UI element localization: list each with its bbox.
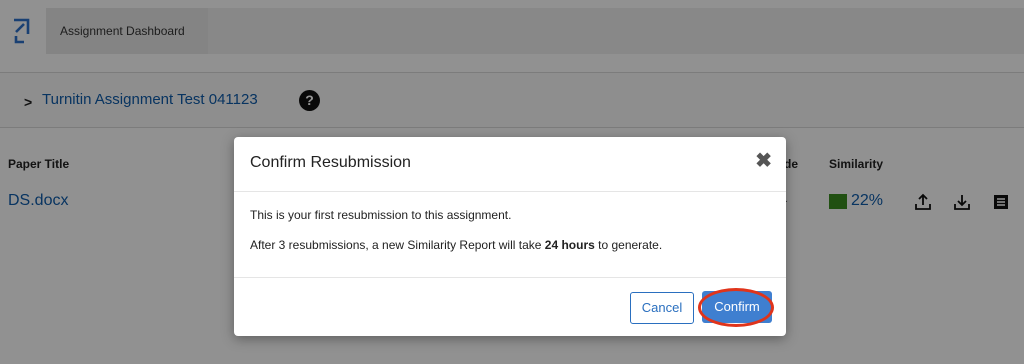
dialog-message-report-delay: After 3 resubmissions, a new Similarity … xyxy=(250,238,662,252)
close-icon[interactable]: ✖ xyxy=(755,150,772,172)
cancel-button[interactable]: Cancel xyxy=(630,292,694,324)
dialog-header: Confirm Resubmission ✖ xyxy=(234,137,786,192)
dialog-message-first-resubmission: This is your first resubmission to this … xyxy=(250,208,512,222)
report-delay-suffix: to generate. xyxy=(594,238,663,252)
dialog-body: This is your first resubmission to this … xyxy=(250,208,662,268)
confirm-button[interactable]: Confirm xyxy=(702,291,772,323)
dialog-footer: Cancel Confirm xyxy=(234,277,786,337)
confirm-resubmission-dialog: Confirm Resubmission ✖ This is your firs… xyxy=(234,137,786,336)
report-delay-prefix: After 3 resubmissions, a new Similarity … xyxy=(250,238,545,252)
dialog-title: Confirm Resubmission xyxy=(250,154,411,171)
report-delay-duration: 24 hours xyxy=(544,238,595,252)
